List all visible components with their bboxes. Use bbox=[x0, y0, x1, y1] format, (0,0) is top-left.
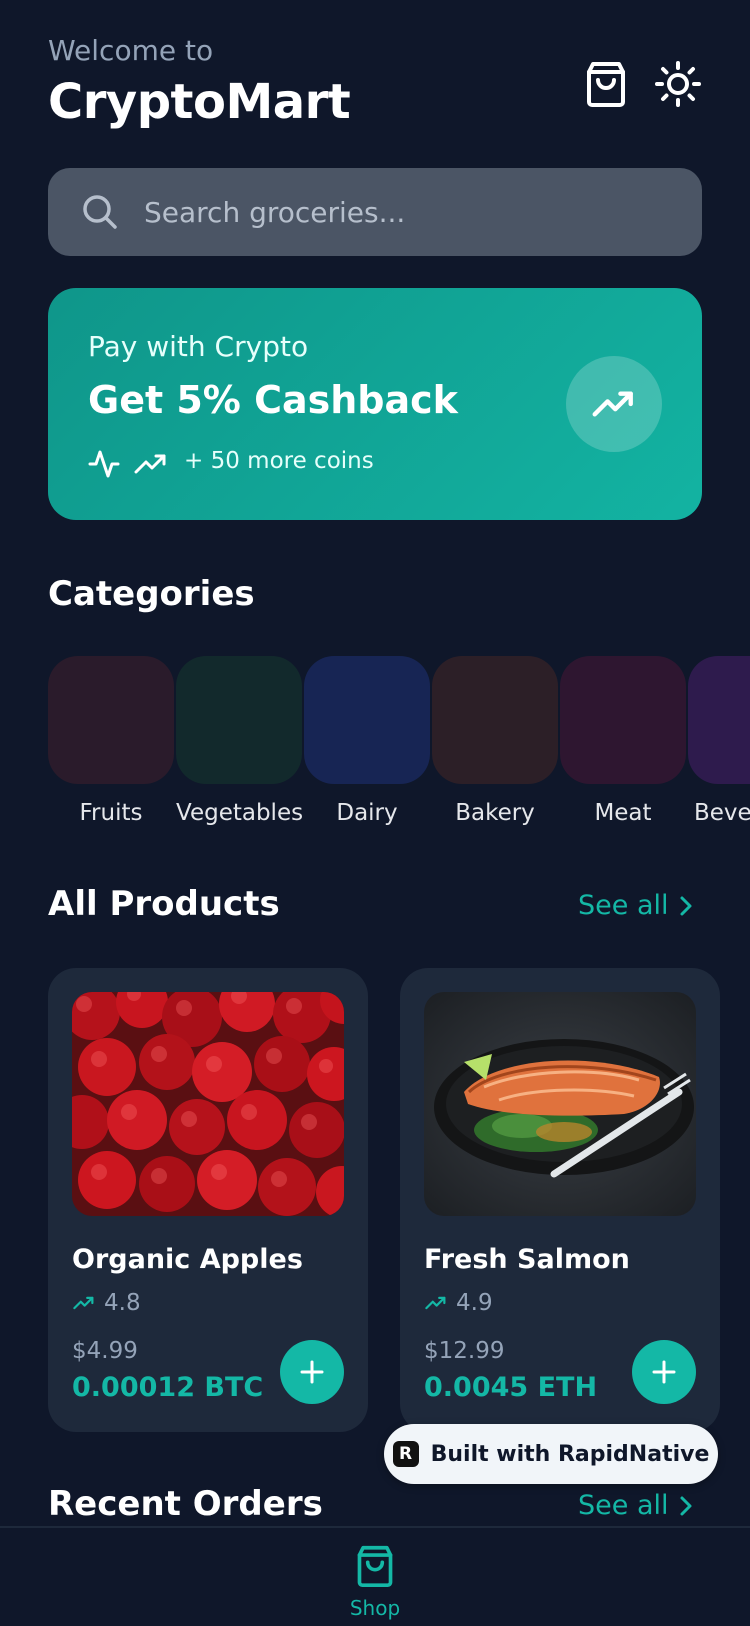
search-input[interactable]: Search groceries... bbox=[144, 196, 405, 229]
product-name: Organic Apples bbox=[72, 1244, 303, 1275]
product-image-salmon bbox=[424, 992, 696, 1216]
add-to-cart-button[interactable] bbox=[280, 1340, 344, 1404]
built-with-badge[interactable]: R Built with RapidNative bbox=[384, 1424, 718, 1484]
trending-up-icon bbox=[425, 1296, 446, 1310]
chevron-right-icon bbox=[680, 896, 691, 915]
promo-trending-button[interactable] bbox=[566, 356, 662, 452]
category-label: Meat bbox=[594, 800, 652, 826]
orders-see-all-link[interactable]: See all bbox=[578, 1490, 693, 1521]
product-image-apples bbox=[72, 992, 344, 1216]
shopping-bag-icon[interactable] bbox=[580, 58, 632, 110]
add-to-cart-button[interactable] bbox=[632, 1340, 696, 1404]
product-price: $12.99 bbox=[424, 1338, 505, 1364]
category-label: Bakery bbox=[455, 800, 535, 826]
product-name: Fresh Salmon bbox=[424, 1244, 630, 1275]
plus-icon bbox=[652, 1360, 676, 1384]
see-all-label: See all bbox=[578, 890, 669, 921]
category-tile-vegetables[interactable] bbox=[176, 656, 302, 784]
categories-title: Categories bbox=[48, 574, 255, 614]
category-tile-fruits[interactable] bbox=[48, 656, 174, 784]
category-tile-bakery[interactable] bbox=[432, 656, 558, 784]
see-all-label: See all bbox=[578, 1490, 669, 1521]
trending-up-icon bbox=[73, 1296, 94, 1310]
rapidnative-logo-icon: R bbox=[392, 1441, 419, 1467]
shopping-bag-icon bbox=[357, 1545, 393, 1588]
category-label: Fruits bbox=[79, 800, 143, 826]
category-tile-meat[interactable] bbox=[560, 656, 686, 784]
tab-shop[interactable] bbox=[354, 1544, 396, 1592]
category-label: Beve bbox=[694, 800, 750, 826]
welcome-text: Welcome to bbox=[48, 34, 214, 67]
trending-up-icon bbox=[134, 454, 166, 474]
products-see-all-link[interactable]: See all bbox=[578, 890, 693, 921]
product-rating: 4.9 bbox=[424, 1290, 493, 1316]
products-title: All Products bbox=[48, 884, 280, 924]
category-label: Vegetables bbox=[176, 800, 304, 826]
rating-value: 4.8 bbox=[104, 1290, 141, 1316]
category-tile-beverages[interactable] bbox=[688, 656, 750, 784]
tab-shop-label: Shop bbox=[349, 1596, 401, 1620]
activity-icon bbox=[88, 450, 120, 478]
trending-up-icon bbox=[592, 391, 633, 417]
promo-title: Get 5% Cashback bbox=[88, 378, 458, 422]
product-rating: 4.8 bbox=[72, 1290, 141, 1316]
chevron-right-icon bbox=[680, 1496, 691, 1515]
rating-value: 4.9 bbox=[456, 1290, 493, 1316]
product-price: $4.99 bbox=[72, 1338, 138, 1364]
recent-orders-title: Recent Orders bbox=[48, 1484, 323, 1524]
plus-icon bbox=[300, 1360, 324, 1384]
app-title: CryptoMart bbox=[48, 74, 351, 130]
search-icon bbox=[83, 195, 117, 229]
product-crypto-price: 0.0045 ETH bbox=[424, 1372, 598, 1403]
promo-coins-text: + 50 more coins bbox=[184, 448, 374, 474]
product-crypto-price: 0.00012 BTC bbox=[72, 1372, 264, 1403]
promo-subtitle: Pay with Crypto bbox=[88, 330, 309, 363]
sun-icon[interactable] bbox=[652, 58, 704, 110]
badge-text: Built with RapidNative bbox=[430, 1441, 710, 1467]
category-tile-dairy[interactable] bbox=[304, 656, 430, 784]
category-label: Dairy bbox=[336, 800, 398, 826]
